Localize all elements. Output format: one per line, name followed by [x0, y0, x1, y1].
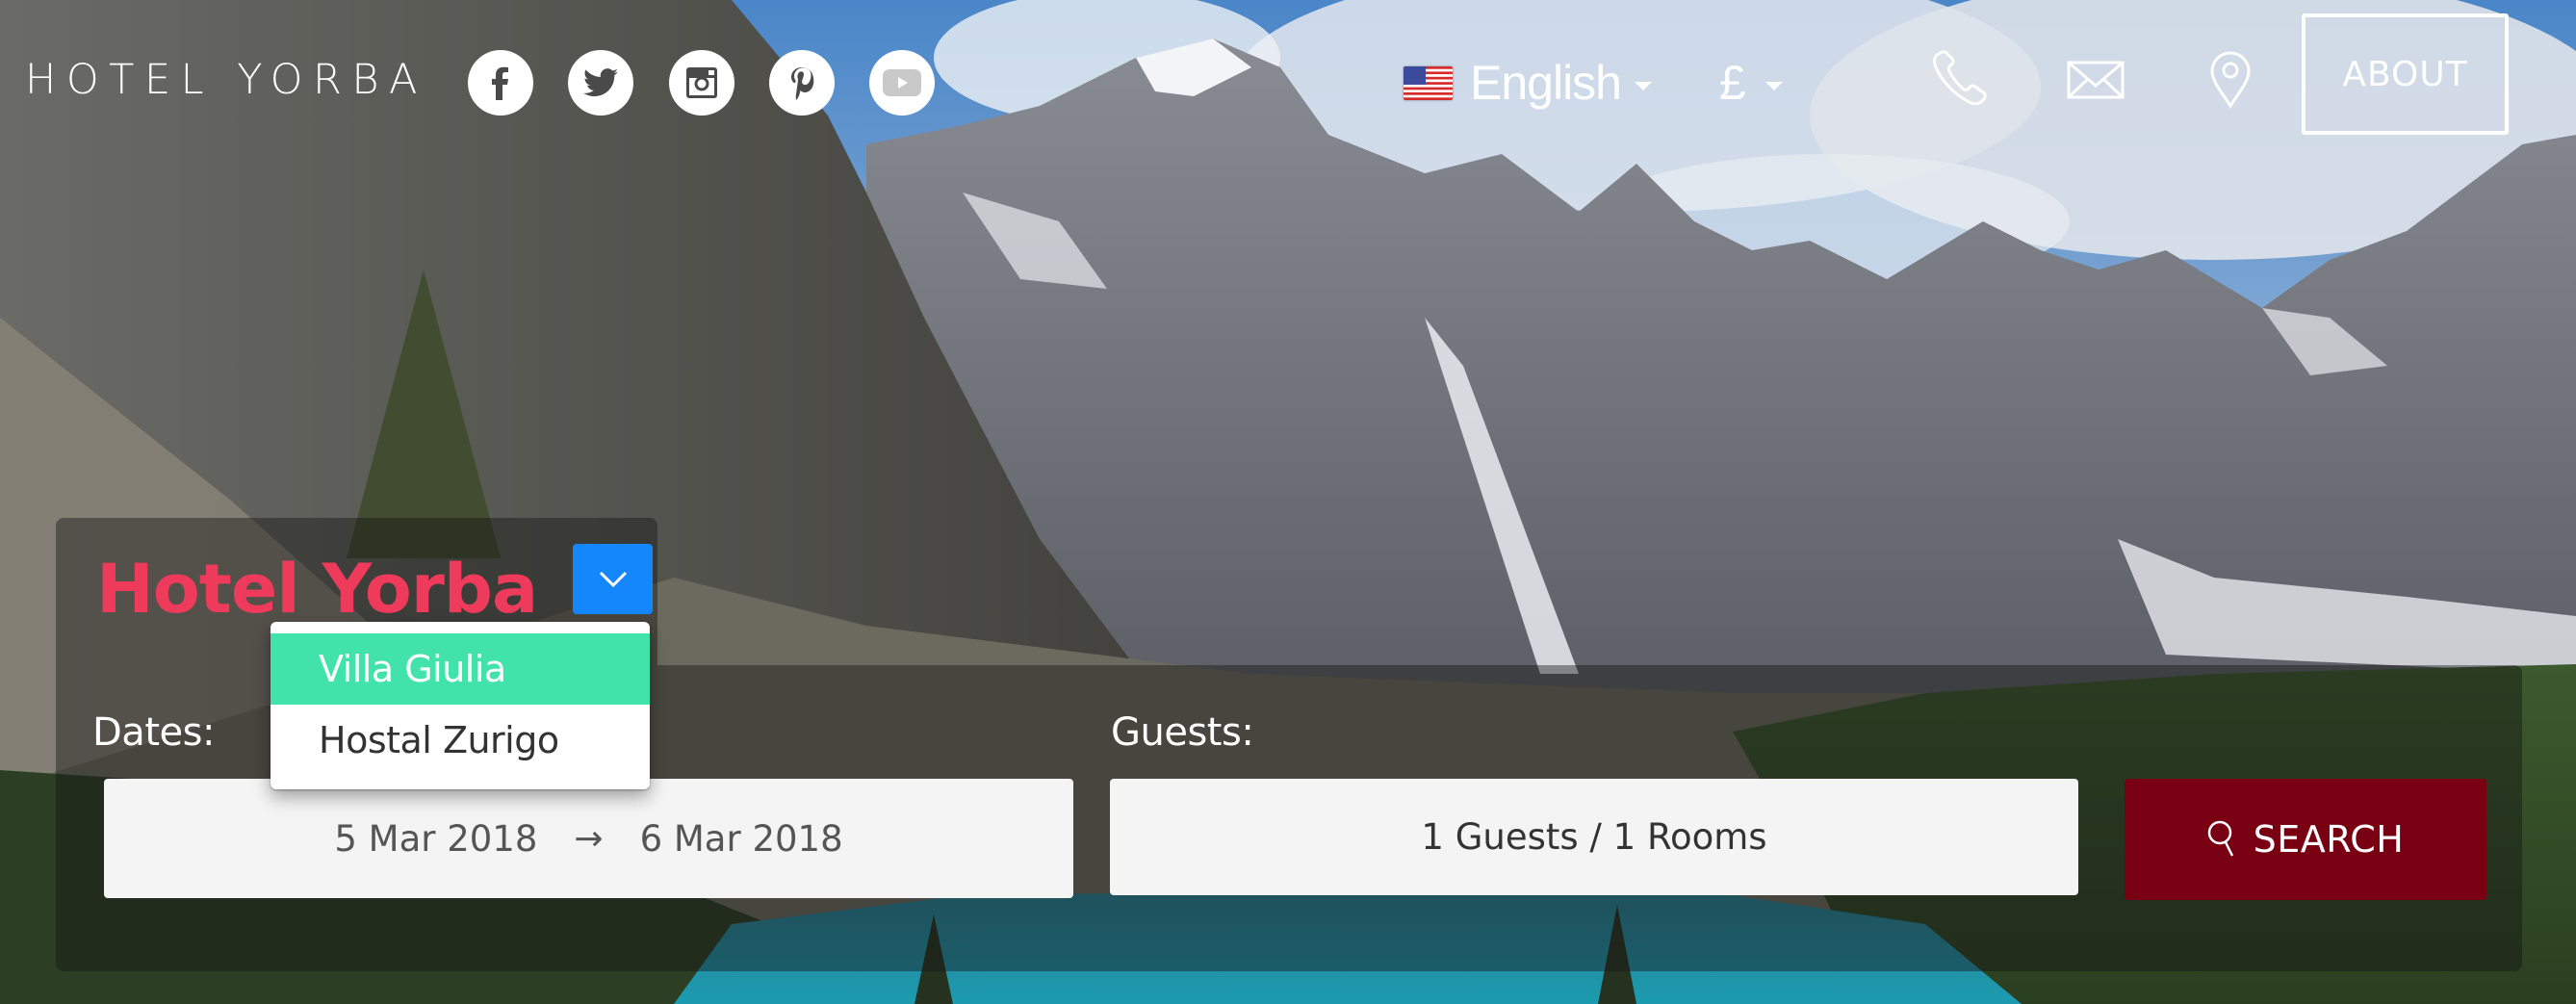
location-link[interactable] — [2209, 51, 2252, 113]
pinterest-icon — [791, 67, 814, 100]
chevron-down-icon — [599, 571, 627, 587]
search-icon — [2207, 820, 2233, 857]
search-label: SEARCH — [2253, 818, 2405, 861]
pinterest-link[interactable] — [769, 50, 835, 116]
currency-label: £ — [1719, 56, 1746, 110]
chevron-down-icon — [1635, 81, 1652, 90]
chevron-down-icon — [1765, 81, 1783, 90]
hotel-dropdown-menu: Villa Giulia Hostal Zurigo — [270, 622, 650, 789]
instagram-icon — [686, 67, 717, 98]
phone-icon — [1933, 50, 1987, 106]
about-button[interactable]: ABOUT — [2302, 13, 2509, 135]
language-label: English — [1470, 56, 1622, 110]
us-flag-icon — [1404, 65, 1453, 100]
brand-name[interactable]: HOTEL YORBA — [25, 56, 427, 104]
email-link[interactable] — [2067, 61, 2125, 103]
twitter-link[interactable] — [568, 50, 633, 116]
dropdown-option-hostal-zurigo[interactable]: Hostal Zurigo — [270, 705, 650, 776]
arrow-right-icon: → — [574, 818, 604, 859]
youtube-icon — [883, 69, 921, 96]
guests-label: Guests: — [1111, 710, 1254, 755]
guests-rooms-value: 1 Guests / 1 Rooms — [1421, 816, 1767, 858]
dropdown-option-villa-giulia[interactable]: Villa Giulia — [270, 633, 650, 705]
hotel-select-toggle[interactable] — [573, 544, 653, 614]
currency-selector[interactable]: £ — [1719, 54, 1783, 112]
facebook-link[interactable] — [468, 50, 533, 116]
check-out-date: 6 Mar 2018 — [639, 817, 843, 860]
location-pin-icon — [2210, 51, 2251, 109]
guests-rooms-input[interactable]: 1 Guests / 1 Rooms — [1110, 779, 2078, 895]
date-range-input[interactable]: 5 Mar 2018 → 6 Mar 2018 — [104, 779, 1073, 898]
check-in-date: 5 Mar 2018 — [334, 817, 538, 860]
hotel-logo: Hotel Yorba — [96, 550, 538, 629]
language-selector[interactable]: English — [1404, 54, 1652, 112]
phone-link[interactable] — [1931, 50, 1991, 112]
facebook-icon — [492, 66, 508, 100]
twitter-icon — [583, 68, 618, 97]
mail-icon — [2067, 61, 2125, 99]
dates-label: Dates: — [92, 710, 215, 755]
youtube-link[interactable] — [869, 50, 935, 116]
search-button[interactable]: SEARCH — [2125, 779, 2486, 900]
instagram-link[interactable] — [669, 50, 734, 116]
